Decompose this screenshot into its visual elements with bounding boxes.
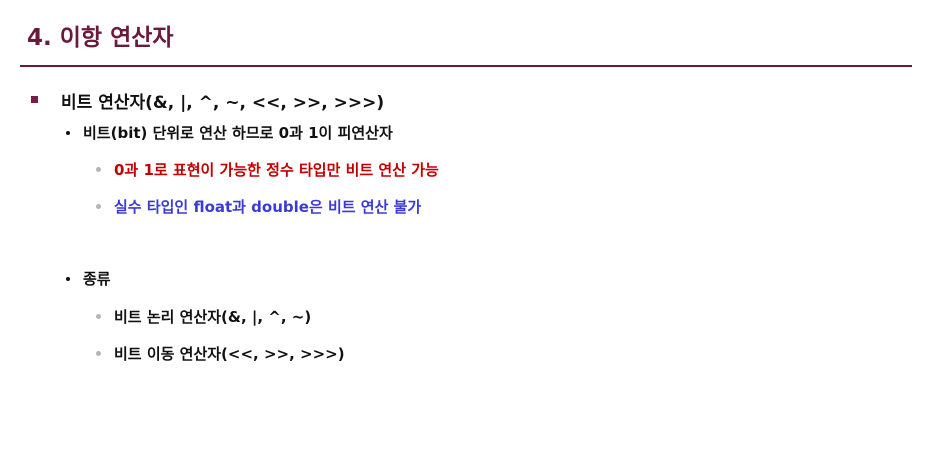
sub-sub-bullet-text: 비트 논리 연산자(&, |, ^, ~) bbox=[114, 308, 312, 326]
dot-bullet-icon bbox=[66, 130, 70, 135]
sub-sub-bullet-text: 0과 1로 표현이 가능한 정수 타입만 비트 연산 가능 bbox=[114, 161, 439, 179]
grey-dot-bullet-icon bbox=[96, 351, 101, 356]
main-bullet-text: 비트 연산자(&, |, ^, ~, <<, >>, >>>) bbox=[61, 93, 385, 113]
sub-sub-bullet-item: 실수 타입인 float과 double은 비트 연산 불가 bbox=[96, 196, 421, 217]
sub-sub-bullet-item: 비트 이동 연산자(<<, >>, >>>) bbox=[96, 343, 345, 364]
sub-bullet-item: 비트(bit) 단위로 연산 하므로 0과 1이 피연산자 bbox=[66, 122, 393, 143]
title-divider bbox=[20, 65, 912, 67]
sub-bullet-item: 종류 bbox=[66, 268, 111, 289]
sub-bullet-text: 비트(bit) 단위로 연산 하므로 0과 1이 피연산자 bbox=[83, 124, 393, 142]
sub-bullet-text: 종류 bbox=[83, 270, 111, 288]
sub-sub-bullet-text: 비트 이동 연산자(<<, >>, >>>) bbox=[114, 345, 345, 363]
grey-dot-bullet-icon bbox=[96, 314, 101, 319]
sub-sub-bullet-item: 비트 논리 연산자(&, |, ^, ~) bbox=[96, 306, 311, 327]
sub-sub-bullet-item: 0과 1로 표현이 가능한 정수 타입만 비트 연산 가능 bbox=[96, 159, 439, 180]
main-bullet-item: 비트 연산자(&, |, ^, ~, <<, >>, >>>) bbox=[31, 88, 384, 113]
dot-bullet-icon bbox=[66, 276, 70, 281]
slide-title: 4. 이항 연산자 bbox=[27, 25, 174, 51]
grey-dot-bullet-icon bbox=[96, 204, 101, 209]
grey-dot-bullet-icon bbox=[96, 167, 101, 172]
sub-sub-bullet-text: 실수 타입인 float과 double은 비트 연산 불가 bbox=[114, 198, 422, 216]
square-bullet-icon bbox=[31, 96, 38, 103]
